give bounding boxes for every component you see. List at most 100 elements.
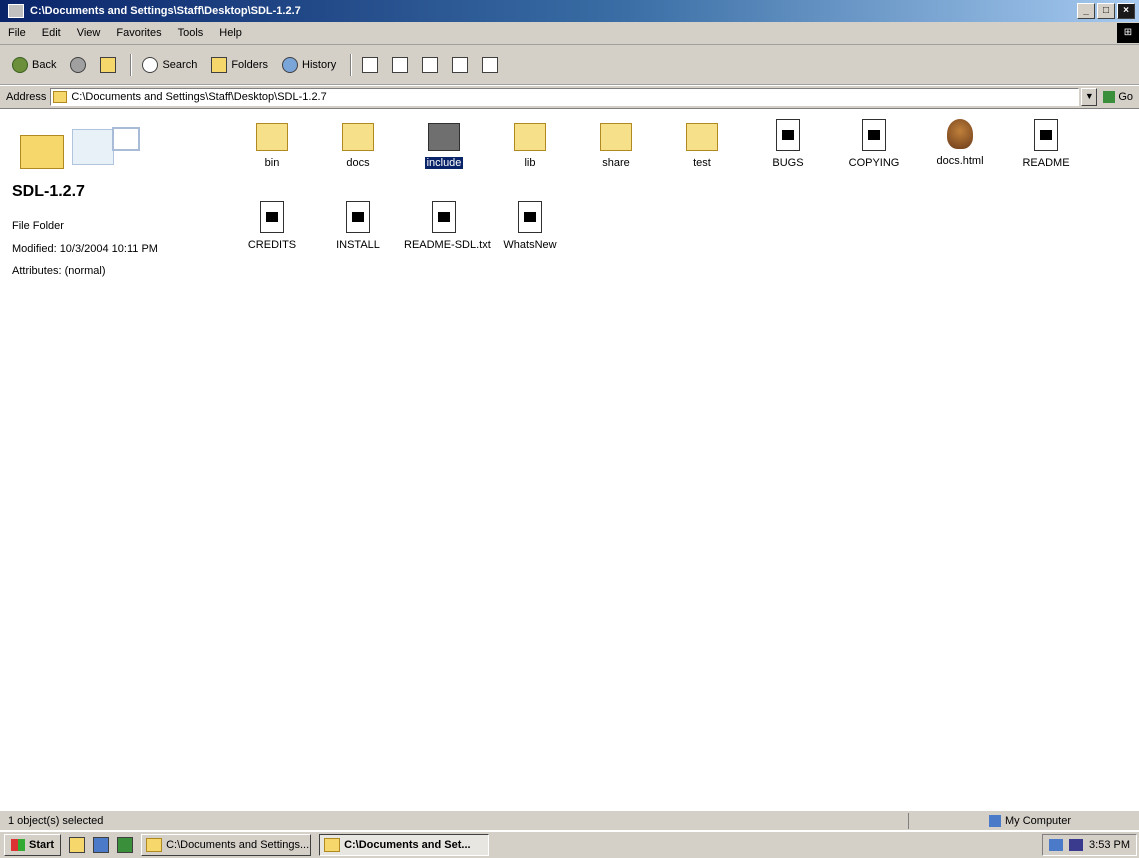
move-to-button[interactable]: [362, 56, 379, 73]
go-arrow-icon: [1103, 91, 1116, 103]
address-value: C:\Documents and Settings\Staff\Desktop\…: [71, 91, 327, 103]
file-label: docs: [346, 157, 370, 169]
folder-icon: [256, 123, 288, 151]
folder-icon: [324, 838, 341, 852]
forward-arrow-icon: [70, 56, 87, 73]
taskbar-item-label: C:\Documents and Set...: [344, 839, 471, 851]
taskbar-item-active[interactable]: C:\Documents and Set...: [319, 834, 490, 856]
file-label: CREDITS: [247, 239, 297, 251]
taskbar: Start C:\Documents and Settings... C:\Do…: [0, 830, 1139, 858]
folder-icon: [600, 123, 632, 151]
folder-banner: [12, 115, 152, 171]
file-label: INSTALL: [336, 239, 380, 251]
file-item[interactable]: lib: [488, 119, 572, 169]
internet-explorer-icon[interactable]: [93, 837, 110, 853]
back-button[interactable]: Back: [12, 56, 57, 73]
clock: 3:53 PM: [1089, 839, 1130, 851]
search-label: Search: [162, 58, 198, 71]
undo-button[interactable]: [452, 56, 469, 73]
file-label: lib: [524, 157, 536, 169]
file-label: README: [1022, 157, 1070, 169]
title-bar: C:\Documents and Settings\Staff\Desktop\…: [0, 0, 1139, 22]
taskbar-item[interactable]: C:\Documents and Settings...: [141, 834, 312, 856]
network-icon[interactable]: [1049, 839, 1064, 851]
file-item[interactable]: COPYING: [832, 119, 916, 169]
toolbar-separator: [130, 53, 133, 76]
copy-to-icon: [392, 56, 409, 73]
window-title: C:\Documents and Settings\Staff\Desktop\…: [30, 5, 301, 17]
menu-help[interactable]: Help: [211, 27, 250, 39]
file-item[interactable]: BUGS: [746, 119, 830, 169]
document-icon: [346, 201, 370, 233]
windows-logo-icon: [11, 839, 25, 851]
history-button[interactable]: History: [282, 56, 336, 73]
start-label: Start: [29, 839, 55, 851]
computer-icon: [989, 815, 1001, 827]
minimize-button[interactable]: _: [1077, 3, 1095, 19]
file-label: test: [693, 157, 711, 169]
views-icon: [482, 56, 499, 73]
document-icon: [1034, 119, 1058, 151]
banner-graphic: [72, 129, 114, 165]
back-label: Back: [32, 58, 57, 71]
file-label: COPYING: [848, 157, 900, 169]
file-item[interactable]: WhatsNew: [488, 201, 572, 251]
menu-file[interactable]: File: [0, 27, 34, 39]
maximize-button[interactable]: □: [1097, 3, 1115, 19]
media-player-icon[interactable]: [117, 837, 134, 853]
delete-icon: [422, 56, 439, 73]
document-icon: [518, 201, 542, 233]
file-item[interactable]: test: [660, 119, 744, 169]
file-item[interactable]: bin: [230, 119, 314, 169]
start-button[interactable]: Start: [4, 834, 62, 856]
file-item[interactable]: README: [1004, 119, 1088, 169]
file-item[interactable]: docs.html: [918, 119, 1002, 167]
file-label: BUGS: [772, 157, 804, 169]
file-item[interactable]: README-SDL.txt: [402, 201, 491, 251]
banner-graphic: [112, 127, 140, 151]
file-item[interactable]: CREDITS: [230, 201, 314, 251]
address-dropdown-button[interactable]: ▼: [1081, 88, 1098, 106]
menu-edit[interactable]: Edit: [34, 27, 69, 39]
show-desktop-icon[interactable]: [69, 837, 86, 853]
search-button[interactable]: Search: [142, 56, 198, 73]
folder-type: File Folder: [12, 220, 64, 232]
explorer-window-icon: [8, 4, 24, 18]
menu-favorites[interactable]: Favorites: [108, 27, 169, 39]
folder-view: SDL-1.2.7 File Folder Modified: 10/3/200…: [0, 109, 1139, 809]
status-text: 1 object(s) selected: [8, 815, 104, 827]
standard-toolbar: Back Search Folders History: [0, 45, 1139, 85]
file-item[interactable]: INSTALL: [316, 201, 400, 251]
forward-button[interactable]: [70, 56, 87, 73]
file-item[interactable]: docs: [316, 119, 400, 169]
back-arrow-icon: [12, 56, 28, 73]
file-item[interactable]: share: [574, 119, 658, 169]
web-view-pane: SDL-1.2.7 File Folder Modified: 10/3/200…: [12, 115, 212, 277]
copy-to-button[interactable]: [392, 56, 409, 73]
folder-icon: [428, 123, 460, 151]
file-label: docs.html: [936, 155, 984, 167]
address-field[interactable]: C:\Documents and Settings\Staff\Desktop\…: [50, 88, 1080, 106]
views-button[interactable]: [482, 56, 499, 73]
folders-label: Folders: [231, 58, 269, 71]
folders-button[interactable]: Folders: [211, 56, 269, 73]
close-button[interactable]: ×: [1117, 3, 1135, 19]
status-separator: [908, 813, 909, 829]
folder-icon: [53, 91, 68, 103]
taskbar-item-label: C:\Documents and Settings...: [166, 839, 310, 851]
menu-tools[interactable]: Tools: [170, 27, 212, 39]
delete-button[interactable]: [422, 56, 439, 73]
menu-bar: File Edit View Favorites Tools Help ⊞: [0, 22, 1139, 45]
menu-view[interactable]: View: [69, 27, 109, 39]
file-item[interactable]: include: [402, 119, 486, 169]
go-button[interactable]: Go: [1103, 91, 1133, 103]
up-button[interactable]: [100, 56, 117, 73]
status-bar: 1 object(s) selected My Computer: [0, 810, 1139, 831]
document-icon: [862, 119, 886, 151]
file-label: include: [424, 157, 464, 169]
windows-logo-icon: ⊞: [1117, 23, 1139, 43]
volume-icon[interactable]: [1069, 839, 1084, 851]
attributes: Attributes: (normal): [12, 265, 106, 277]
folder-icon: [686, 123, 718, 151]
zone-label: My Computer: [1005, 815, 1072, 827]
